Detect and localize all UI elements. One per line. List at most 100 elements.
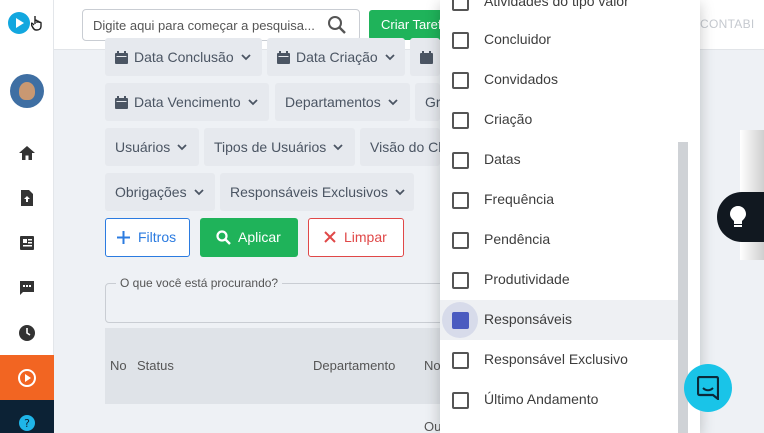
dropdown-item[interactable]: Responsável Exclusivo: [440, 340, 678, 380]
chip-label: Responsáveis Exclusivos: [230, 184, 388, 200]
dropdown-item-label: Atividades do tipo valor: [484, 0, 629, 9]
chevron-down-icon: [395, 189, 405, 196]
play-logo-icon[interactable]: [8, 12, 30, 34]
dropdown-item[interactable]: Criação: [440, 100, 678, 140]
column-header-no-2[interactable]: No: [424, 358, 441, 373]
dropdown-item-label: Datas: [484, 151, 521, 167]
filter-chip-partial[interactable]: [410, 38, 440, 76]
comment-icon[interactable]: [17, 278, 37, 298]
column-visibility-dropdown: Atividades do tipo valor Concluidor Conv…: [440, 0, 700, 433]
column-header-no[interactable]: No: [110, 358, 127, 373]
dropdown-item-label: Produtividade: [484, 271, 570, 287]
checkbox[interactable]: [452, 72, 469, 89]
checkbox[interactable]: [452, 112, 469, 129]
checkbox-checked[interactable]: [442, 302, 478, 338]
global-search-input[interactable]: Digite aqui para começar a pesquisa...: [82, 9, 360, 41]
dropdown-item-label: Pendência: [484, 231, 551, 247]
table-header: No Status Departamento No: [105, 328, 445, 404]
dropdown-item[interactable]: Pendência: [440, 220, 678, 260]
dropdown-item-label: Convidados: [484, 71, 558, 87]
dropdown-item-selected[interactable]: Responsáveis: [440, 300, 678, 340]
dropdown-item[interactable]: Datas: [440, 140, 678, 180]
dropdown-item[interactable]: Frequência: [440, 180, 678, 220]
sidebar: ?: [0, 0, 54, 433]
chevron-down-icon: [177, 144, 187, 151]
home-icon[interactable]: [17, 143, 37, 163]
filter-chip-obrigacoes[interactable]: Obrigações: [105, 173, 215, 211]
upload-file-icon[interactable]: [17, 188, 37, 208]
sidebar-bottom: ?: [0, 400, 54, 433]
calendar-icon: [277, 51, 290, 64]
filter-chip-data-criacao[interactable]: Data Criação: [267, 38, 405, 76]
content-search-label: O que você está procurando?: [116, 276, 283, 290]
close-icon: [324, 231, 336, 243]
chip-label: Data Conclusão: [134, 49, 234, 65]
checkbox[interactable]: [452, 272, 469, 289]
dropdown-item-label: Concluidor: [484, 31, 551, 47]
apply-label: Aplicar: [238, 229, 281, 245]
lightbulb-icon: [730, 206, 746, 227]
avatar[interactable]: [10, 74, 44, 108]
checkbox[interactable]: [452, 152, 469, 169]
chip-label: Tipos de Usuários: [214, 139, 327, 155]
checkbox[interactable]: [452, 0, 469, 11]
filter-chip-usuarios[interactable]: Usuários: [105, 128, 199, 166]
chip-label: Data Criação: [296, 49, 378, 65]
calendar-icon: [115, 51, 128, 64]
apply-button[interactable]: Aplicar: [200, 218, 298, 257]
chevron-down-icon: [388, 99, 398, 106]
checkbox[interactable]: [452, 352, 469, 369]
chevron-down-icon: [193, 189, 204, 196]
clear-button[interactable]: Limpar: [308, 218, 404, 257]
dropdown-item[interactable]: Produtividade: [440, 260, 678, 300]
dropdown-item[interactable]: Convidados: [440, 60, 678, 100]
filter-chip-data-conclusao[interactable]: Data Conclusão: [105, 38, 262, 76]
chip-label: Usuários: [115, 139, 171, 155]
column-header-departamento[interactable]: Departamento: [313, 358, 395, 373]
filter-chip-responsaveis-exclusivos[interactable]: Responsáveis Exclusivos: [220, 173, 414, 211]
dropdown-item[interactable]: Concluidor: [440, 20, 678, 60]
chevron-down-icon: [240, 54, 251, 61]
calendar-icon: [115, 96, 128, 109]
table-footer-text: Ou: [424, 419, 442, 433]
chevron-down-icon: [247, 99, 258, 106]
chip-label: Data Vencimento: [134, 94, 241, 110]
dropdown-item-label: Frequência: [484, 191, 555, 207]
filter-chip-data-vencimento[interactable]: Data Vencimento: [105, 83, 269, 121]
chip-label: Gr: [425, 94, 440, 110]
svg-text:?: ?: [24, 417, 30, 430]
clock-icon[interactable]: [17, 323, 37, 343]
add-filter-label: Filtros: [138, 229, 177, 245]
add-filter-button[interactable]: Filtros: [105, 218, 190, 257]
checkbox[interactable]: [452, 32, 469, 49]
plus-icon: [117, 231, 130, 244]
search-icon[interactable]: [327, 15, 347, 35]
new-task-button[interactable]: Criar Tarefa: [369, 10, 449, 40]
dropdown-item-label: Responsáveis: [484, 311, 572, 327]
column-header-status[interactable]: Status: [137, 358, 174, 373]
calendar-icon: [420, 51, 433, 64]
chip-label: Obrigações: [115, 184, 187, 200]
filter-chip-visao-cliente[interactable]: Visão do Cl: [360, 128, 440, 166]
chevron-down-icon: [333, 144, 343, 151]
tips-button[interactable]: [717, 192, 764, 242]
filter-chip-grupos[interactable]: Gr: [415, 83, 440, 121]
chip-label: Visão do Cl: [370, 139, 440, 155]
dropdown-item-label: Criação: [484, 111, 533, 127]
filter-chip-departamentos[interactable]: Departamentos: [275, 83, 410, 121]
checkbox[interactable]: [452, 392, 469, 409]
search-icon: [216, 230, 231, 245]
checkbox[interactable]: [452, 232, 469, 249]
filter-chip-tipos-usuarios[interactable]: Tipos de Usuários: [204, 128, 355, 166]
newspaper-icon[interactable]: [17, 233, 37, 253]
checkbox[interactable]: [452, 192, 469, 209]
chip-label: Departamentos: [285, 94, 381, 110]
chat-icon: [697, 376, 719, 400]
chat-button[interactable]: [684, 364, 732, 412]
dropdown-item[interactable]: Atividades do tipo valor: [440, 0, 678, 22]
dropdown-item[interactable]: Último Andamento: [440, 380, 678, 420]
company-name: CONTABI: [700, 17, 755, 31]
help-icon[interactable]: ?: [19, 415, 35, 431]
chevron-down-icon: [385, 54, 395, 61]
sidebar-item-active[interactable]: [0, 355, 54, 400]
